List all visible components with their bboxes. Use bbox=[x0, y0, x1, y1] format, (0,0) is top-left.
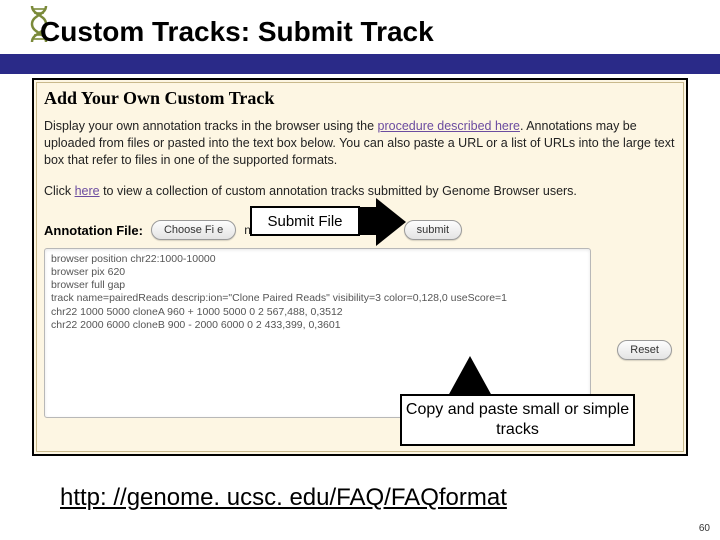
panel-heading: Add Your Own Custom Track bbox=[44, 88, 274, 109]
click-here-line: Click here to view a collection of custo… bbox=[44, 184, 577, 198]
reset-wrap: Reset bbox=[617, 340, 672, 360]
desc-text-pre: Display your own annotation tracks in th… bbox=[44, 119, 378, 133]
copy-paste-callout: Copy and paste small or simple tracks bbox=[400, 394, 635, 446]
click-post: to view a collection of custom annotatio… bbox=[103, 184, 577, 198]
submit-file-callout: Submit File bbox=[250, 206, 360, 236]
page-number: 60 bbox=[699, 523, 710, 534]
click-pre: Click bbox=[44, 184, 75, 198]
copy-paste-text: Copy and paste small or simple tracks bbox=[402, 396, 633, 444]
reset-button[interactable]: Reset bbox=[617, 340, 672, 360]
header-strip bbox=[0, 54, 720, 74]
annotation-label: Annotation File: bbox=[44, 223, 143, 238]
collection-link[interactable]: here bbox=[75, 184, 100, 198]
copy-arrow-icon bbox=[448, 356, 492, 396]
submit-button[interactable]: submit bbox=[404, 220, 462, 240]
annotation-textarea[interactable]: browser position chr22:1000-10000 browse… bbox=[44, 248, 591, 418]
footer-url: http: //genome. ucsc. edu/FAQ/FAQformat bbox=[60, 484, 507, 512]
choose-file-button[interactable]: Choose Fi e bbox=[151, 220, 236, 240]
textarea-content: browser position chr22:1000-10000 browse… bbox=[45, 249, 590, 336]
procedure-link[interactable]: procedure described here bbox=[378, 119, 520, 133]
slide-title: Custom Tracks: Submit Track bbox=[40, 16, 434, 48]
panel-description: Display your own annotation tracks in th… bbox=[44, 118, 676, 169]
submit-arrow-icon bbox=[376, 198, 406, 246]
slide-root: Custom Tracks: Submit Track Add Your Own… bbox=[0, 0, 720, 540]
